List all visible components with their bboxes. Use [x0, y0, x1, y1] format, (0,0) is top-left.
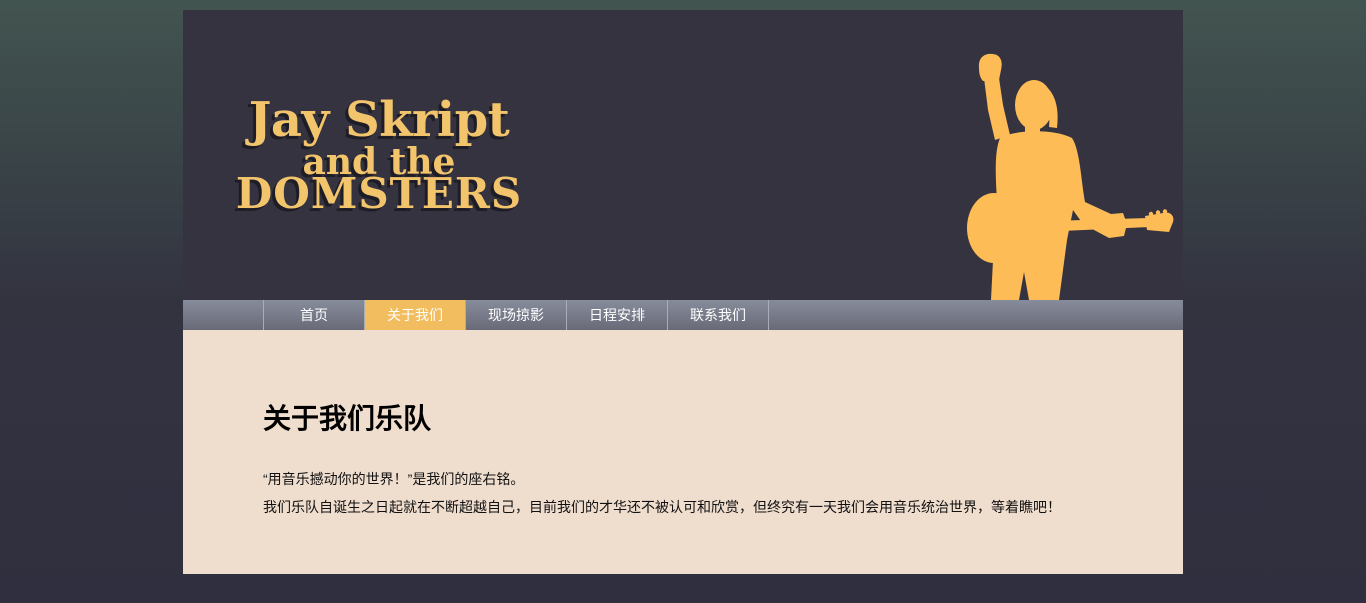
silhouette-hair — [1026, 81, 1058, 128]
logo-line-1: Jay Skript — [248, 92, 510, 148]
nav-link-about[interactable]: 关于我们 — [365, 300, 465, 330]
page-container: Jay Skript and the DOMSTERS 首页 关于我们 现场掠影… — [183, 10, 1183, 574]
page-title: 关于我们乐队 — [263, 403, 432, 434]
guitar-peg — [1148, 211, 1154, 217]
nav-link-schedule[interactable]: 日程安排 — [567, 300, 667, 330]
nav-item-photos: 现场掠影 — [465, 300, 566, 330]
silhouette-arm — [984, 78, 1010, 140]
guitar-headstock — [1145, 212, 1174, 232]
guitar-peg — [1155, 210, 1161, 215]
nav-list: 首页 关于我们 现场掠影 日程安排 联系我们 — [263, 300, 769, 330]
guitar-neck — [1018, 218, 1150, 233]
nav-link-home[interactable]: 首页 — [264, 300, 364, 330]
nav-item-home: 首页 — [263, 300, 364, 330]
nav-link-photos[interactable]: 现场掠影 — [466, 300, 566, 330]
guitar-peg — [1162, 209, 1168, 214]
main-content: 关于我们乐队 “用音乐撼动你的世界！”是我们的座右铭。 我们乐队自诞生之日起就在… — [183, 330, 1183, 574]
silhouette-neck — [1025, 120, 1040, 136]
about-paragraph: 我们乐队自诞生之日起就在不断超越自己，目前我们的才华还不被认可和欣赏，但终究有一… — [263, 499, 1061, 515]
silhouette-fist — [978, 53, 1002, 81]
nav-item-contact: 联系我们 — [667, 300, 769, 330]
guitar-body — [967, 193, 1021, 263]
nav-item-about: 关于我们 — [364, 300, 465, 330]
silhouette-body — [991, 131, 1127, 300]
nav-item-schedule: 日程安排 — [566, 300, 667, 330]
silhouette-head — [1015, 80, 1053, 130]
main-nav: 首页 关于我们 现场掠影 日程安排 联系我们 — [183, 300, 1183, 330]
band-logo[interactable]: Jay Skript and the DOMSTERS — [229, 10, 529, 230]
nav-link-contact[interactable]: 联系我们 — [668, 300, 768, 330]
motto-paragraph: “用音乐撼动你的世界！”是我们的座右铭。 — [263, 471, 525, 487]
logo-line-3: DOMSTERS — [235, 169, 523, 218]
site-header: Jay Skript and the DOMSTERS — [183, 10, 1183, 300]
